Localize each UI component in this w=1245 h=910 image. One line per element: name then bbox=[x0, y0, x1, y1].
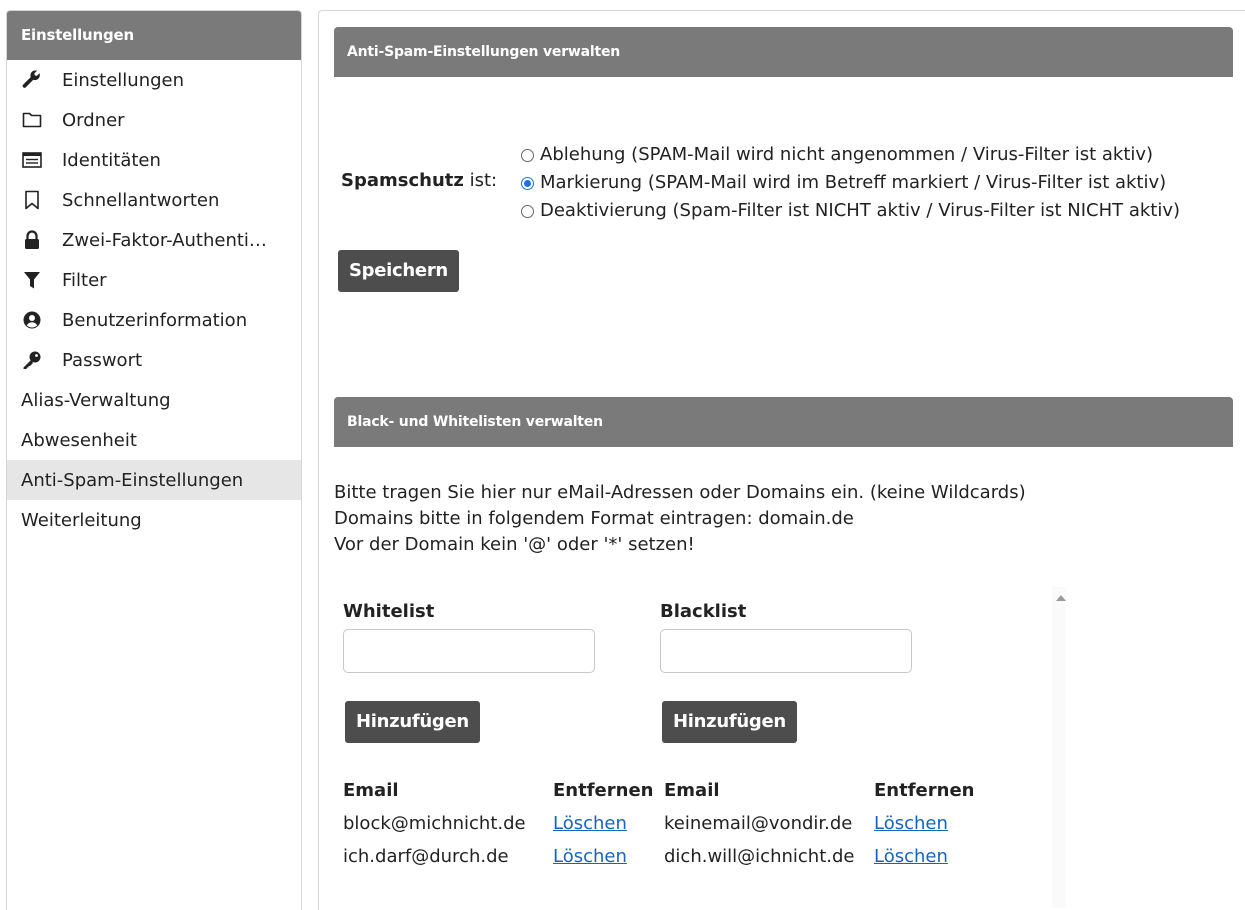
sidebar-item-identitaeten[interactable]: Identitäten bbox=[7, 140, 301, 180]
sidebar-item-label: Ordner bbox=[62, 109, 125, 131]
radio-option-ablehnung[interactable]: Ablehung (SPAM-Mail wird nicht angenomme… bbox=[521, 140, 1180, 168]
spamschutz-label: Spamschutz ist: bbox=[341, 170, 497, 191]
lists-section-header: Black- und Whitelisten verwalten bbox=[334, 397, 1233, 447]
remove-cell: Löschen bbox=[553, 807, 653, 840]
radio-button[interactable] bbox=[521, 148, 534, 162]
delete-link[interactable]: Löschen bbox=[874, 846, 948, 867]
radio-label: Deaktivierung (Spam-Filter ist NICHT akt… bbox=[540, 199, 1181, 221]
whitelist-title: Whitelist bbox=[343, 601, 435, 622]
key-icon bbox=[21, 349, 43, 371]
wrench-icon bbox=[21, 69, 43, 91]
sidebar-item-einstellungen[interactable]: Einstellungen bbox=[7, 60, 301, 100]
sidebar-item-label: Filter bbox=[62, 269, 107, 291]
sidebar-item-anti-spam[interactable]: Anti-Spam-Einstellungen bbox=[7, 460, 301, 500]
sidebar-item-abwesenheit[interactable]: Abwesenheit bbox=[7, 420, 301, 460]
email-cell: block@michnicht.de bbox=[343, 813, 526, 834]
delete-link[interactable]: Löschen bbox=[874, 813, 948, 834]
settings-sidebar: Einstellungen Einstellungen Ordner Ident… bbox=[6, 10, 302, 910]
sidebar-item-passwort[interactable]: Passwort bbox=[7, 340, 301, 380]
radio-option-deaktivierung[interactable]: Deaktivierung (Spam-Filter ist NICHT akt… bbox=[521, 196, 1180, 224]
sidebar-item-label: Alias-Verwaltung bbox=[21, 389, 171, 411]
spamschutz-label-bold: Spamschutz bbox=[341, 170, 464, 191]
table-header-row: Email Entfernen bbox=[343, 773, 653, 807]
filter-icon bbox=[21, 269, 43, 291]
sidebar-item-label: Passwort bbox=[62, 349, 143, 371]
col-email-header: Email bbox=[664, 779, 720, 801]
whitelist-table: Email Entfernen block@michnicht.de Lösch… bbox=[343, 773, 653, 873]
sidebar-item-ordner[interactable]: Ordner bbox=[7, 100, 301, 140]
col-remove-header: Entfernen bbox=[553, 779, 654, 801]
radio-option-markierung[interactable]: Markierung (SPAM-Mail wird im Betreff ma… bbox=[521, 168, 1180, 196]
sidebar-header: Einstellungen bbox=[7, 11, 301, 60]
sidebar-item-label: Einstellungen bbox=[62, 69, 185, 91]
lock-icon bbox=[21, 229, 43, 251]
table-row: ich.darf@durch.de Löschen bbox=[343, 840, 653, 873]
sidebar-item-label: Weiterleitung bbox=[21, 509, 142, 531]
delete-link[interactable]: Löschen bbox=[553, 813, 627, 834]
remove-cell: Löschen bbox=[874, 807, 974, 840]
list-scrollbar[interactable] bbox=[1052, 587, 1066, 908]
sidebar-list: Einstellungen Ordner Identitäten Schnell… bbox=[7, 60, 301, 540]
id-card-icon bbox=[21, 149, 43, 171]
sidebar-item-label: Abwesenheit bbox=[21, 429, 137, 451]
email-cell: keinemail@vondir.de bbox=[664, 813, 853, 834]
sidebar-item-label: Benutzerinformation bbox=[62, 309, 248, 331]
remove-cell: Löschen bbox=[874, 840, 974, 873]
sidebar-item-label: Anti-Spam-Einstellungen bbox=[21, 469, 244, 491]
lists-info-text: Bitte tragen Sie hier nur eMail-Adressen… bbox=[334, 480, 1026, 558]
whitelist-add-button[interactable]: Hinzufügen bbox=[345, 701, 480, 743]
blacklist-title: Blacklist bbox=[660, 601, 747, 622]
table-header-row: Email Entfernen bbox=[664, 773, 974, 807]
blacklist-input[interactable] bbox=[660, 629, 912, 673]
sidebar-item-weiterleitung[interactable]: Weiterleitung bbox=[7, 500, 301, 540]
sidebar-item-schnellantworten[interactable]: Schnellantworten bbox=[7, 180, 301, 220]
table-row: block@michnicht.de Löschen bbox=[343, 807, 653, 840]
blacklist-add-button[interactable]: Hinzufügen bbox=[662, 701, 797, 743]
info-line: Bitte tragen Sie hier nur eMail-Adressen… bbox=[334, 482, 1026, 503]
sidebar-item-benutzerinformation[interactable]: Benutzerinformation bbox=[7, 300, 301, 340]
blacklist-table: Email Entfernen keinemail@vondir.de Lösc… bbox=[664, 773, 974, 873]
spamschutz-label-rest: ist: bbox=[463, 170, 498, 191]
email-cell: ich.darf@durch.de bbox=[343, 846, 509, 867]
folder-icon bbox=[21, 109, 43, 131]
radio-label: Ablehung (SPAM-Mail wird nicht angenomme… bbox=[540, 143, 1154, 165]
sidebar-item-alias-verwaltung[interactable]: Alias-Verwaltung bbox=[7, 380, 301, 420]
bookmark-icon bbox=[21, 189, 43, 211]
sidebar-item-label: Schnellantworten bbox=[62, 189, 220, 211]
sidebar-item-label: Identitäten bbox=[62, 149, 161, 171]
scroll-up-arrow-icon[interactable] bbox=[1056, 595, 1066, 601]
delete-link[interactable]: Löschen bbox=[553, 846, 627, 867]
antispam-section-header: Anti-Spam-Einstellungen verwalten bbox=[334, 27, 1233, 77]
spamschutz-radio-group: Ablehung (SPAM-Mail wird nicht angenomme… bbox=[521, 140, 1180, 224]
radio-button-checked[interactable] bbox=[521, 176, 534, 190]
radio-button[interactable] bbox=[521, 204, 534, 218]
table-row: keinemail@vondir.de Löschen bbox=[664, 807, 974, 840]
info-line: Domains bitte in folgendem Format eintra… bbox=[334, 508, 854, 529]
col-remove-header: Entfernen bbox=[874, 779, 975, 801]
info-line: Vor der Domain kein '@' oder '*' setzen! bbox=[334, 534, 695, 555]
sidebar-item-filter[interactable]: Filter bbox=[7, 260, 301, 300]
col-email-header: Email bbox=[343, 779, 399, 801]
radio-label: Markierung (SPAM-Mail wird im Betreff ma… bbox=[540, 171, 1167, 193]
table-row: dich.will@ichnicht.de Löschen bbox=[664, 840, 974, 873]
user-circle-icon bbox=[21, 309, 43, 331]
save-button[interactable]: Speichern bbox=[338, 250, 459, 292]
sidebar-item-zwei-faktor[interactable]: Zwei-Faktor-Authenti… bbox=[7, 220, 301, 260]
email-cell: dich.will@ichnicht.de bbox=[664, 846, 855, 867]
main-panel: Anti-Spam-Einstellungen verwalten Spamsc… bbox=[318, 10, 1245, 910]
remove-cell: Löschen bbox=[553, 840, 653, 873]
whitelist-input[interactable] bbox=[343, 629, 595, 673]
sidebar-item-label: Zwei-Faktor-Authenti… bbox=[62, 229, 267, 251]
